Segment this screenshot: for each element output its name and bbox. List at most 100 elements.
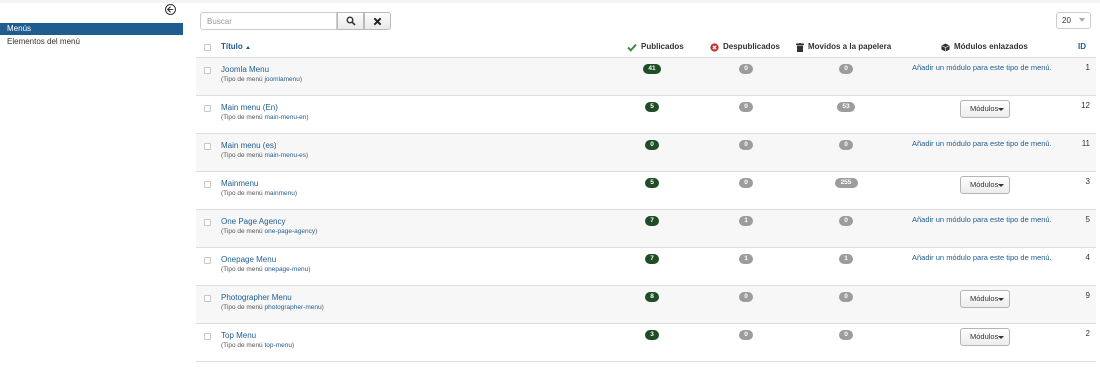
trashed-count-badge[interactable]: 0 [839,140,853,150]
menu-type-value: onepage-menu [264,266,309,273]
menu-title-link[interactable]: Photographer Menu [221,293,292,302]
unpublished-count-badge[interactable]: 1 [739,254,753,264]
menu-type-label: (Tipo de menú mainmenu) [221,190,298,197]
header-id[interactable]: ID [1078,41,1086,53]
trashed-count-badge[interactable]: 1 [839,254,853,264]
trashed-count-badge[interactable]: 0 [839,216,853,226]
close-icon [373,17,382,25]
modules-dropdown-button[interactable]: Módulos [960,290,1010,308]
sidebar-item-menus[interactable]: Menús [0,23,183,35]
trashed-count-badge[interactable]: 0 [839,330,853,340]
menu-type-prefix: (Tipo de menú [221,342,263,349]
unpublished-count-badge[interactable]: 0 [739,140,753,150]
menu-type-label: (Tipo de menú main-menu-es) [221,152,309,159]
table-row: Top Menu (Tipo de menú top-menu) 3 0 0 Módulo… [196,323,1096,361]
select-all-checkbox[interactable] [204,44,211,51]
row-checkbox[interactable] [204,143,211,150]
trashed-count-badge[interactable]: 0 [839,292,853,302]
menu-type-prefix: (Tipo de menú [221,76,263,83]
menu-type-label: (Tipo de menú one-page-agency) [221,228,318,235]
menu-id: 11 [1081,139,1090,148]
add-module-link[interactable]: Añadir un módulo para este tipo de menú. [912,139,1052,148]
trashed-count-badge[interactable]: 255 [834,178,858,188]
menu-title-link[interactable]: Main menu (En) [221,103,278,112]
row-checkbox[interactable] [204,67,211,74]
row-checkbox[interactable] [204,105,211,112]
menu-type-value: photographer-menu [264,304,322,311]
row-checkbox[interactable] [204,219,211,226]
menu-type-prefix: (Tipo de menú [221,152,263,159]
unpublished-count-badge[interactable]: 1 [739,216,753,226]
published-count-badge[interactable]: 7 [645,254,659,264]
unpublished-count-badge[interactable]: 0 [739,292,753,302]
menu-title-link[interactable]: Mainmenu [221,179,258,188]
search-icon [346,16,356,26]
published-count-badge[interactable]: 41 [643,64,661,74]
menu-type-label: (Tipo de menú top-menu) [221,342,295,349]
search-input[interactable] [200,12,337,30]
trash-icon [796,42,804,52]
published-count-badge[interactable]: 5 [645,102,659,112]
menu-title-link[interactable]: Onepage Menu [221,255,276,264]
trashed-count-badge[interactable]: 0 [839,64,853,74]
caret-down-icon [998,108,1004,111]
caret-down-icon [998,184,1004,187]
modules-button-label: Módulos [970,104,999,113]
header-title[interactable]: Título [221,41,250,53]
row-checkbox[interactable] [204,181,211,188]
modules-button-label: Módulos [970,294,999,303]
unpublished-count-badge[interactable]: 0 [739,64,753,74]
published-count-badge[interactable]: 8 [645,292,659,302]
menu-id: 1 [1085,63,1090,72]
menu-title-link[interactable]: Joomla Menu [221,65,269,74]
menu-type-label: (Tipo de menú onepage-menu) [221,266,311,273]
unpublished-count-badge[interactable]: 0 [739,178,753,188]
menu-title-link[interactable]: One Page Agency [221,217,286,226]
modules-dropdown-button[interactable]: Módulos [960,328,1010,346]
sidebar-item-menu-items[interactable]: Elementos del menú [0,36,183,48]
table-row: One Page Agency (Tipo de menú one-page-ag… [196,209,1096,247]
add-module-link[interactable]: Añadir un módulo para este tipo de menú. [912,215,1052,224]
clear-button[interactable] [364,12,391,30]
menu-type-value: mainmenu [264,190,295,197]
row-checkbox[interactable] [204,257,211,264]
menu-title-link[interactable]: Top Menu [221,331,256,340]
caret-down-icon [998,336,1004,339]
table-row: Main menu (es) (Tipo de menú main-menu-es… [196,133,1096,171]
published-count-badge[interactable]: 5 [645,178,659,188]
menu-title-link[interactable]: Main menu (es) [221,141,277,150]
add-module-link[interactable]: Añadir un módulo para este tipo de menú. [912,63,1052,72]
modules-button-label: Módulos [970,180,999,189]
unpublished-count-badge[interactable]: 0 [739,330,753,340]
menu-type-label: (Tipo de menú main-menu-en) [221,114,309,121]
menu-id: 3 [1085,177,1090,186]
published-count-badge[interactable]: 0 [645,140,659,150]
row-checkbox[interactable] [204,333,211,340]
header-modules: Módulos enlazados [941,41,1028,53]
add-module-link[interactable]: Añadir un módulo para este tipo de menú. [912,253,1052,262]
published-count-badge[interactable]: 3 [645,330,659,340]
search-button[interactable] [337,12,364,30]
header-trashed: Movidos a la papelera [796,41,891,53]
modules-dropdown-button[interactable]: Módulos [960,176,1010,194]
trashed-count-badge[interactable]: 53 [837,102,855,112]
unpublished-count-badge[interactable]: 0 [739,102,753,112]
modules-button-label: Módulos [970,332,999,341]
caret-down-icon [998,298,1004,301]
menu-id: 4 [1085,253,1090,262]
menu-type-prefix: (Tipo de menú [221,114,263,121]
row-checkbox[interactable] [204,295,211,302]
list-limit-select[interactable]: 20 [1056,12,1091,29]
menu-type-value: main-menu-en [264,114,307,121]
header-published: Publicados [627,41,684,53]
menu-id: 2 [1085,329,1090,338]
menu-type-prefix: (Tipo de menú [221,190,263,197]
modules-dropdown-button[interactable]: Módulos [960,100,1010,118]
table-row: Onepage Menu (Tipo de menú onepage-menu) 7… [196,247,1096,285]
table-row: Main menu (En) (Tipo de menú main-menu-en… [196,95,1096,133]
table-row: Joomla Menu (Tipo de menú joomlamenu) 41 0 0… [196,57,1096,95]
table-row: Mainmenu (Tipo de menú mainmenu) 5 0 255 Módu… [196,171,1096,209]
menu-type-value: main-menu-es [264,152,307,159]
published-count-badge[interactable]: 7 [645,216,659,226]
sidebar-collapse-icon[interactable] [165,4,176,15]
